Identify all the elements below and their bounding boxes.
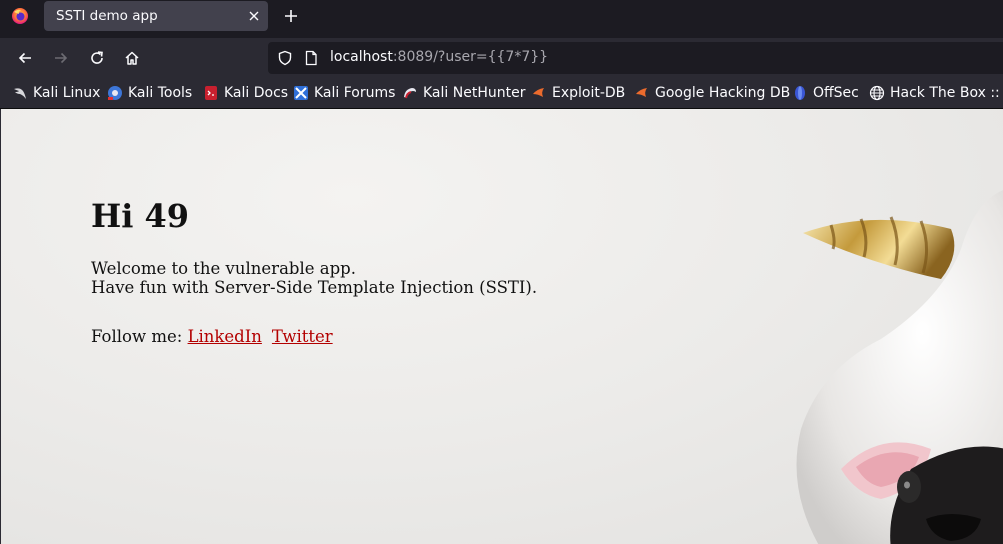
reload-button[interactable] <box>85 46 109 70</box>
bookmark-kali-docs[interactable]: Kali Docs <box>203 83 288 103</box>
new-tab-button[interactable] <box>279 4 303 28</box>
url-host: localhost <box>330 49 393 65</box>
kali-tools-icon <box>107 85 123 101</box>
follow-me: Follow me: LinkedIn Twitter <box>91 327 333 346</box>
kali-forums-icon <box>293 85 309 101</box>
bookmark-kali-tools[interactable]: Kali Tools <box>107 83 192 103</box>
forward-button[interactable] <box>49 46 73 70</box>
exploit-db-icon <box>531 85 547 101</box>
globe-icon <box>869 85 885 101</box>
linkedin-link[interactable]: LinkedIn <box>188 327 262 346</box>
navigation-toolbar: localhost:8089/?user={{7*7}} <box>0 38 1003 78</box>
offsec-icon <box>792 85 808 101</box>
url-bar[interactable]: localhost:8089/?user={{7*7}} <box>268 42 1003 74</box>
firefox-icon <box>12 8 28 24</box>
tab-close-button[interactable] <box>246 8 262 24</box>
bookmarks-toolbar: Kali Linux Kali Tools Kali Docs Kali For… <box>0 78 1003 109</box>
bookmark-label: Kali Linux <box>33 85 101 101</box>
bookmark-label: Exploit-DB <box>552 85 626 101</box>
browser-window: SSTI demo app localhost:8089/?user={{7*7… <box>0 0 1003 544</box>
back-button[interactable] <box>13 46 37 70</box>
bookmark-exploit-db[interactable]: Exploit-DB <box>531 83 625 103</box>
url-path: :8089/?user={{7*7}} <box>392 49 549 65</box>
close-icon <box>249 11 259 21</box>
bookmark-kali-forums[interactable]: Kali Forums <box>293 83 395 103</box>
arrow-right-icon <box>55 52 68 64</box>
page-icon <box>305 50 317 66</box>
bookmark-label: Hack The Box :: Lo <box>890 85 1003 101</box>
kali-dragon-icon <box>12 85 28 101</box>
bookmark-hack-the-box[interactable]: Hack The Box :: Lo <box>869 83 1003 103</box>
bookmark-label: Kali Forums <box>314 85 396 101</box>
page-greeting: Hi 49 <box>91 197 190 235</box>
welcome-text: Welcome to the vulnerable app. Have fun … <box>91 259 537 297</box>
follow-label: Follow me: <box>91 327 183 346</box>
bookmark-label: OffSec <box>813 85 859 101</box>
url-text[interactable]: localhost:8089/?user={{7*7}} <box>330 49 548 65</box>
bookmark-kali-nethunter[interactable]: Kali NetHunter <box>402 83 525 103</box>
arrow-left-icon <box>18 52 31 64</box>
shield-icon <box>278 50 292 66</box>
home-button[interactable] <box>120 46 144 70</box>
kali-nethunter-icon <box>402 85 418 101</box>
ghdb-icon <box>634 85 650 101</box>
twitter-link[interactable]: Twitter <box>272 327 333 346</box>
tab-active[interactable]: SSTI demo app <box>44 1 268 31</box>
tracking-protection-button[interactable] <box>276 49 294 67</box>
page-content: Hi 49 Welcome to the vulnerable app. Hav… <box>1 109 1003 544</box>
reload-icon <box>91 51 103 64</box>
home-icon <box>125 51 139 65</box>
bookmark-label: Kali Tools <box>128 85 193 101</box>
tab-strip: SSTI demo app <box>0 0 1003 32</box>
unicorn-pug-image <box>796 190 1003 544</box>
site-info-button[interactable] <box>302 49 320 67</box>
bookmark-label: Google Hacking DB <box>655 85 791 101</box>
plus-icon <box>285 10 297 22</box>
bookmark-label: Kali Docs <box>224 85 289 101</box>
bookmark-label: Kali NetHunter <box>423 85 526 101</box>
tab-title: SSTI demo app <box>56 8 158 24</box>
welcome-line-2: Have fun with Server-Side Template Injec… <box>91 278 538 297</box>
welcome-line-1: Welcome to the vulnerable app. <box>91 259 356 278</box>
bookmark-offsec[interactable]: OffSec <box>792 83 859 103</box>
bookmark-google-hacking-db[interactable]: Google Hacking DB <box>634 83 790 103</box>
firefox-menu-button[interactable] <box>6 4 34 28</box>
bookmark-kali-linux[interactable]: Kali Linux <box>12 83 100 103</box>
kali-docs-icon <box>203 85 219 101</box>
